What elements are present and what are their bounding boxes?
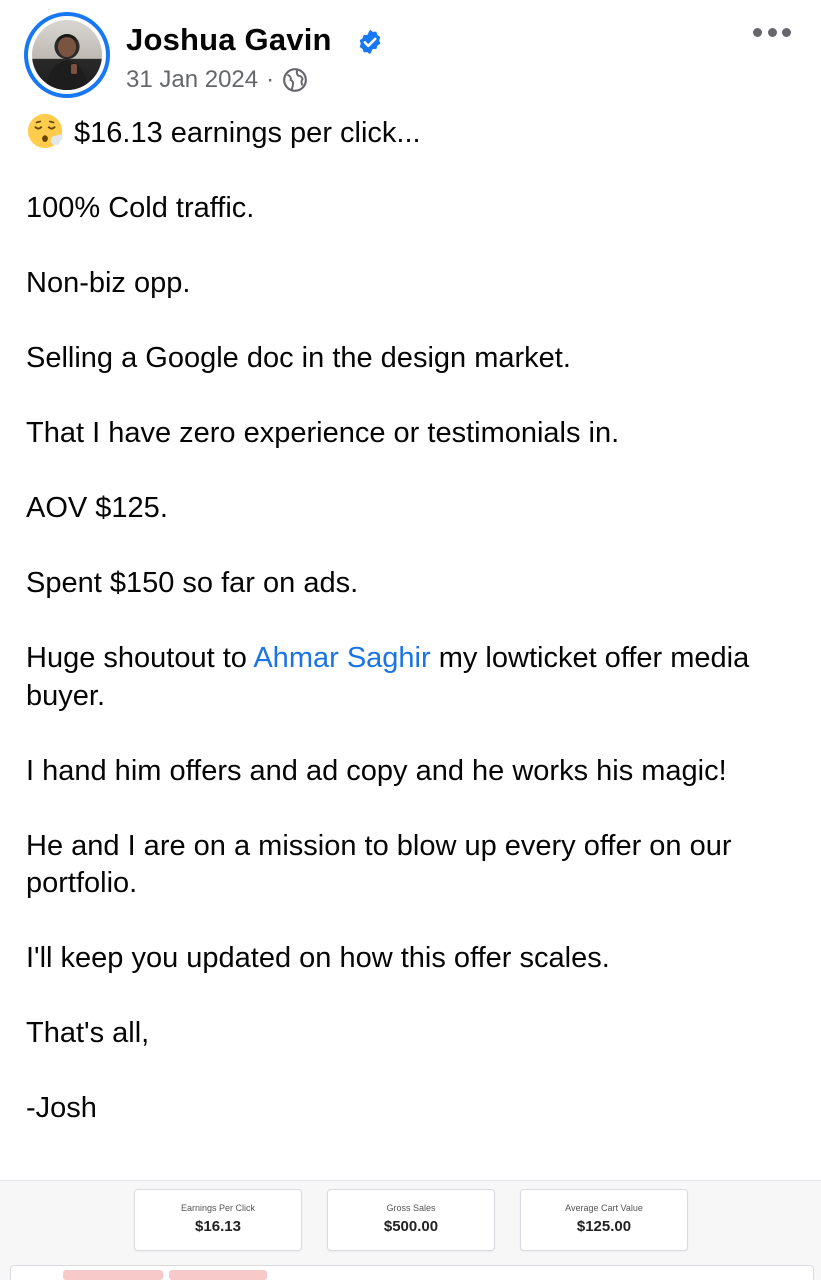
- post-line: Huge shoutout to Ahmar Saghir my lowtick…: [26, 640, 796, 715]
- post-line: 100% Cold traffic.: [26, 192, 255, 224]
- stat-label: Gross Sales: [386, 1203, 436, 1213]
- post-line: Non-biz opp.: [26, 267, 191, 299]
- face-exhaling-emoji: [27, 113, 63, 149]
- post-text: $16.13 earnings per click... 100% Cold t…: [26, 112, 796, 1128]
- post-line: AOV $125.: [26, 492, 168, 524]
- post-line: He and I are on a mission to blow up eve…: [26, 829, 732, 900]
- more-options-icon[interactable]: [753, 20, 791, 44]
- stat-value: $16.13: [195, 1218, 241, 1235]
- profile-photo: [32, 20, 102, 90]
- post-signature: -Josh: [26, 1092, 97, 1124]
- stat-label: Earnings Per Click: [180, 1203, 256, 1213]
- post-meta: 31 Jan 2024 ·: [126, 66, 308, 94]
- dot: [767, 27, 777, 37]
- post-line: Selling a Google doc in the design marke…: [26, 342, 571, 374]
- author-name[interactable]: Joshua Gavin: [126, 22, 332, 58]
- dot: [753, 27, 762, 37]
- post-line-text: Huge shoutout to: [26, 642, 254, 674]
- post-line: I hand him offers and ad copy and he wor…: [26, 754, 727, 787]
- post-line: That I have zero experience or testimoni…: [26, 417, 620, 449]
- filter-chip: [169, 1270, 267, 1280]
- globe-icon[interactable]: [282, 67, 308, 93]
- filter-bar: [10, 1265, 814, 1280]
- avatar[interactable]: [24, 12, 110, 98]
- post-line: Spent $150 so far on ads.: [26, 567, 359, 599]
- filter-chip: [63, 1270, 163, 1280]
- post-line: That's all,: [26, 1017, 150, 1049]
- meta-separator: ·: [266, 66, 275, 93]
- post-line: $16.13 earnings per click...: [26, 112, 796, 153]
- stat-card-epc: Earnings Per Click $16.13: [134, 1189, 302, 1251]
- stat-card-gross-sales: Gross Sales $500.00: [327, 1189, 495, 1251]
- post-line: I'll keep you updated on how this offer …: [26, 942, 610, 974]
- stat-label: Average Cart Value: [565, 1203, 643, 1213]
- mention-link[interactable]: Ahmar Saghir: [253, 642, 430, 674]
- stat-value: $500.00: [383, 1218, 439, 1235]
- stat-value: $125.00: [576, 1218, 632, 1235]
- dot: [782, 27, 791, 37]
- post-attachment-image[interactable]: Earnings Per Click $16.13 Gross Sales $5…: [0, 1180, 821, 1280]
- stat-card-average-cart: Average Cart Value $125.00: [520, 1189, 688, 1251]
- verified-badge-icon: [359, 29, 381, 55]
- post-header: Joshua Gavin 31 Jan 2024 ·: [24, 12, 799, 98]
- post-date[interactable]: 31 Jan 2024: [126, 66, 258, 94]
- post-line-text: $16.13 earnings per click...: [74, 117, 421, 149]
